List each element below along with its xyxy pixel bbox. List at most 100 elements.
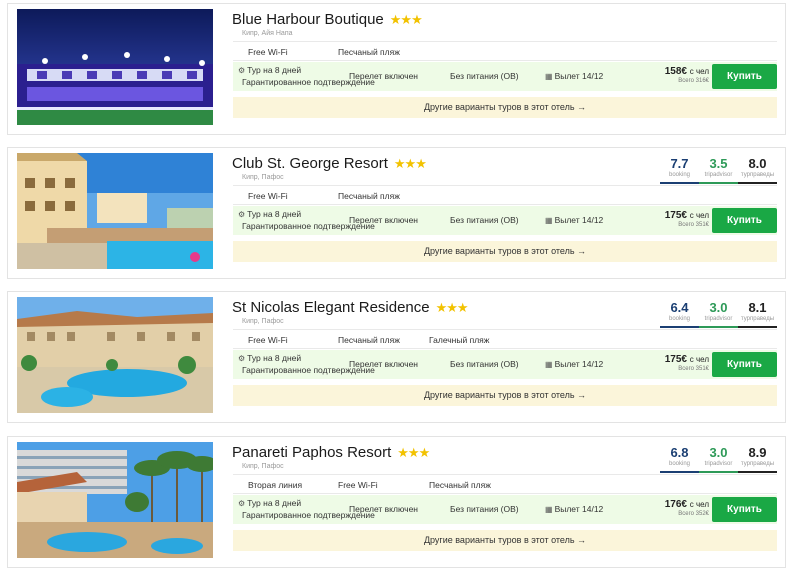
hotel-name-text[interactable]: Blue Harbour Boutique [232,11,384,28]
rating-bar [699,182,738,184]
rating-turpravdy[interactable]: 8.9 турправеды [738,445,777,473]
rating-value: 8.9 [748,445,767,460]
hotel-photo[interactable] [17,9,213,125]
rating-bar [660,182,699,184]
hotel-name[interactable]: Blue Harbour Boutique ★★★ [232,11,423,28]
tag: Песчаный пляж [338,191,400,201]
rating-label: tripadvisor [704,316,733,322]
buy-button[interactable]: Купить [712,208,777,233]
tag: Песчаный пляж [429,480,491,490]
hotel-tags: Free Wi-Fi Песчаный пляж [233,185,777,205]
price-block: 175€ с чел Всего 351€ [643,354,709,372]
rating-value: 8.1 [748,300,767,315]
hotel-tags: Вторая линия Free Wi-Fi Песчаный пляж [233,474,777,494]
meal-info: Без питания (OB) [450,359,519,369]
rating-bar [660,471,699,473]
tag: Free Wi-Fi [248,47,288,57]
rating-tripadvisor[interactable]: 3.0 tripadvisor [699,445,738,473]
hotel-tags: Free Wi-Fi Песчаный пляж [233,41,777,61]
rating-bar [738,326,777,328]
tour-duration: ⚙ Тур на 8 дней [238,65,302,75]
other-tours-link[interactable]: Другие варианты туров в этот отель → [233,385,777,406]
rating-booking[interactable]: 6.4 booking [660,300,699,328]
tag: Песчаный пляж [338,47,400,57]
price: 176€ с чел [664,499,709,510]
gear-icon: ⚙ [238,354,246,363]
rating-label: booking [668,316,691,322]
price-block: 175€ с чел Всего 351€ [643,210,709,228]
rating-turpravdy[interactable]: 8.0 турправеды [738,156,777,184]
other-tours-link[interactable]: Другие варианты туров в этот отель → [233,97,777,118]
rating-value: 6.4 [670,300,689,315]
hotel-name[interactable]: Panareti Paphos Resort ★★★ [232,444,430,461]
price: 158€ с чел [664,66,709,77]
departure-info: ▦ Вылет 14/12 [545,504,604,514]
flight-info: Перелет включен [349,504,418,514]
buy-button[interactable]: Купить [712,352,777,377]
hotel-location: Кипр, Айя Напа [242,30,293,37]
hotel-photo[interactable] [17,442,213,558]
price-total: Всего 352€ [678,511,709,517]
meal-info: Без питания (OB) [450,71,519,81]
calendar-icon: ▦ [545,505,553,514]
departure-info: ▦ Вылет 14/12 [545,215,604,225]
rating-tripadvisor[interactable]: 3.0 tripadvisor [699,300,738,328]
tag: Песчаный пляж [338,335,400,345]
hotel-stars: ★★★ [389,11,423,27]
rating-label: турправеды [740,172,775,178]
departure-info: ▦ Вылет 14/12 [545,359,604,369]
tag: Free Wi-Fi [248,335,288,345]
hotel-location: Кипр, Пафос [242,318,284,325]
rating-value: 3.0 [709,300,728,315]
rating-booking[interactable]: 7.7 booking [660,156,699,184]
rating-bar [699,326,738,328]
price: 175€ с чел [664,354,709,365]
rating-bar [660,326,699,328]
gear-icon: ⚙ [238,210,246,219]
flight-info: Перелет включен [349,215,418,225]
rating-turpravdy[interactable]: 8.1 турправеды [738,300,777,328]
hotel-name[interactable]: Club St. George Resort ★★★ [232,155,427,172]
rating-label: booking [668,172,691,178]
departure-info: ▦ Вылет 14/12 [545,71,604,81]
rating-value: 8.0 [748,156,767,171]
hotel-name-text[interactable]: Panareti Paphos Resort [232,444,391,461]
hotel-name-text[interactable]: St Nicolas Elegant Residence [232,299,430,316]
hotel-name[interactable]: St Nicolas Elegant Residence ★★★ [232,299,469,316]
rating-label: booking [668,461,691,467]
price-total: Всего 351€ [678,366,709,372]
other-tours-link[interactable]: Другие варианты туров в этот отель → [233,241,777,262]
calendar-icon: ▦ [545,72,553,81]
price-block: 176€ с чел Всего 352€ [643,499,709,517]
price-block: 158€ с чел Всего 316€ [643,66,709,84]
hotel-stars: ★★★ [435,299,469,315]
tour-duration: ⚙ Тур на 8 дней [238,353,302,363]
other-tours-link[interactable]: Другие варианты туров в этот отель → [233,530,777,551]
hotel-card: Club St. George Resort ★★★ Кипр, Пафос 7… [7,147,786,279]
rating-label: турправеды [740,316,775,322]
buy-button[interactable]: Купить [712,64,777,89]
buy-button[interactable]: Купить [712,497,777,522]
rating-label: турправеды [740,461,775,467]
meal-info: Без питания (OB) [450,504,519,514]
calendar-icon: ▦ [545,360,553,369]
tag: Вторая линия [248,480,303,490]
hotel-card: Blue Harbour Boutique ★★★ Кипр, Айя Напа… [7,3,786,135]
rating-booking[interactable]: 6.8 booking [660,445,699,473]
hotel-name-text[interactable]: Club St. George Resort [232,155,388,172]
rating-value: 3.5 [709,156,728,171]
price-total: Всего 351€ [678,222,709,228]
hotel-photo[interactable] [17,297,213,413]
tour-duration: ⚙ Тур на 8 дней [238,498,302,508]
rating-tripadvisor[interactable]: 3.5 tripadvisor [699,156,738,184]
calendar-icon: ▦ [545,216,553,225]
price: 175€ с чел [664,210,709,221]
rating-label: tripadvisor [704,461,733,467]
flight-info: Перелет включен [349,71,418,81]
rating-value: 6.8 [670,445,689,460]
rating-value: 3.0 [709,445,728,460]
rating-bar [738,471,777,473]
meal-info: Без питания (OB) [450,215,519,225]
hotel-tags: Free Wi-Fi Песчаный пляж Галечный пляж [233,329,777,349]
hotel-photo[interactable] [17,153,213,269]
